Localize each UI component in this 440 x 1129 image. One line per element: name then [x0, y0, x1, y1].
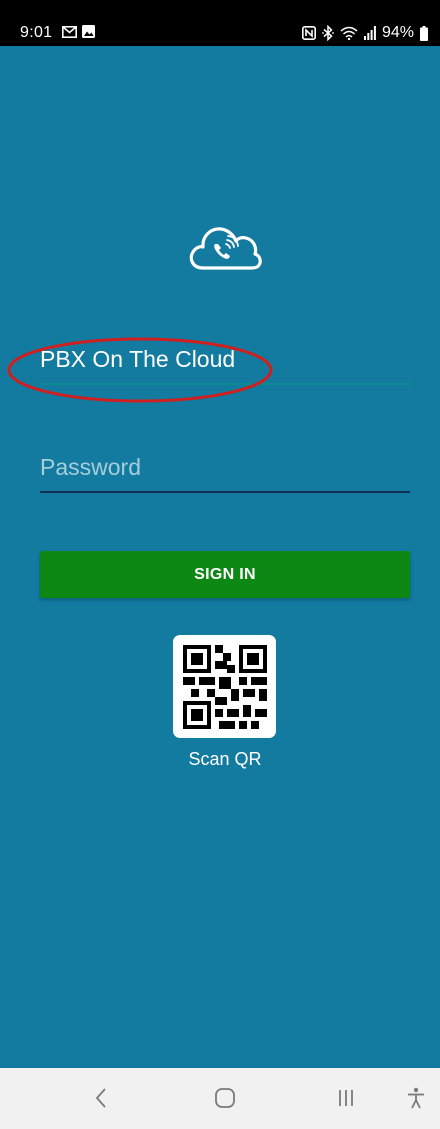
back-icon — [95, 1088, 106, 1108]
home-button[interactable] — [205, 1080, 245, 1116]
sign-in-button[interactable]: SIGN IN — [40, 551, 410, 598]
status-right: 94% — [301, 24, 428, 42]
recents-icon — [339, 1090, 353, 1106]
battery-percentage: 94% — [381, 24, 414, 41]
qr-code-icon — [182, 644, 267, 729]
recents-button[interactable] — [326, 1080, 366, 1116]
scan-qr-label[interactable]: Scan QR — [150, 749, 300, 770]
status-bar: 9:01 94% — [0, 0, 440, 46]
nfc-icon — [301, 26, 316, 40]
gmail-icon — [62, 25, 77, 38]
battery-icon — [420, 25, 428, 41]
accessibility-icon — [408, 1087, 424, 1109]
password-input[interactable]: Password — [40, 454, 410, 491]
wifi-icon — [340, 26, 358, 40]
navigation-bar — [0, 1068, 440, 1129]
scan-qr-button[interactable] — [173, 635, 276, 738]
accessibility-button[interactable] — [396, 1080, 436, 1116]
status-time: 9:01 — [20, 24, 53, 41]
password-field-underline — [40, 491, 410, 493]
cloud-phone-logo-icon — [189, 227, 262, 270]
signal-icon — [363, 26, 376, 40]
home-icon — [215, 1088, 235, 1108]
server-field[interactable]: PBX On The Cloud — [40, 346, 410, 385]
bluetooth-icon — [322, 25, 334, 41]
password-field[interactable]: Password — [40, 454, 410, 493]
notification-icons — [62, 25, 95, 38]
login-screen: PBX On The Cloud Password SIGN IN Scan Q… — [0, 46, 440, 1068]
sign-in-label: SIGN IN — [194, 565, 256, 583]
back-button[interactable] — [81, 1080, 121, 1116]
server-field-underline — [40, 383, 410, 385]
image-icon — [82, 25, 95, 38]
server-input[interactable]: PBX On The Cloud — [40, 346, 410, 383]
